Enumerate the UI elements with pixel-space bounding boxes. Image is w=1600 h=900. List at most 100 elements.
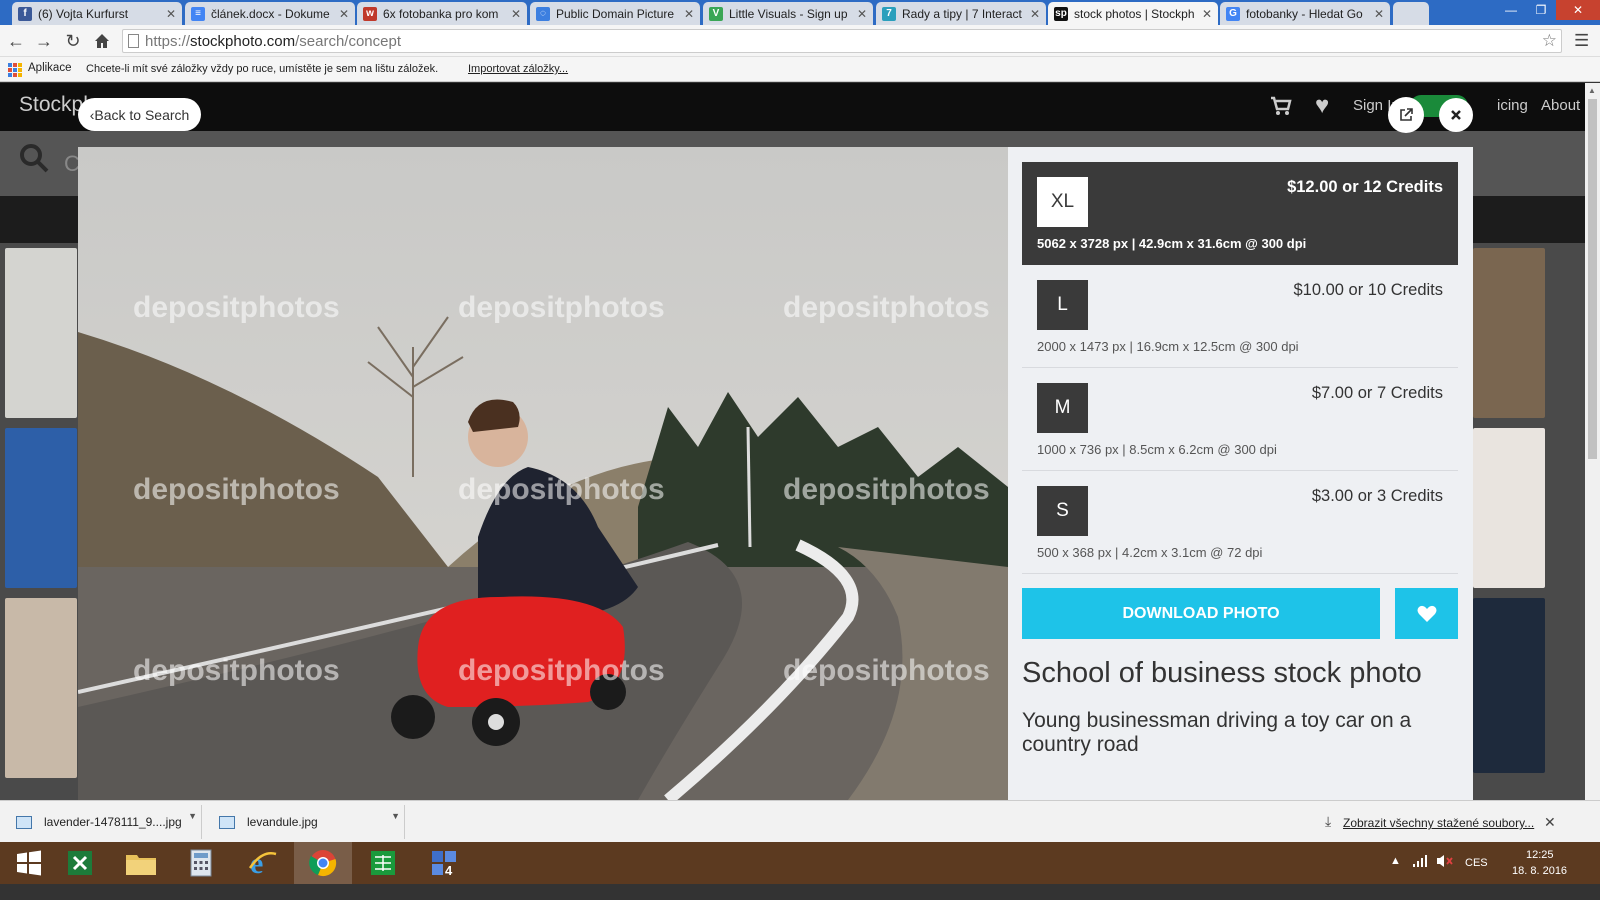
browser-tab[interactable]: Gfotobanky - Hledat Go ✕: [1220, 2, 1390, 25]
chevron-down-icon[interactable]: ▼: [188, 811, 197, 821]
network-icon[interactable]: [1412, 854, 1428, 871]
seven-icon: 7: [882, 6, 896, 21]
close-icon: [1451, 110, 1461, 120]
size-dimensions: 1000 x 736 px | 8.5cm x 6.2cm @ 300 dpi: [1037, 442, 1277, 457]
tab-close-icon[interactable]: ✕: [1030, 7, 1040, 21]
pricing-link[interactable]: icing: [1497, 97, 1528, 114]
size-badge: XL: [1037, 177, 1088, 227]
size-dimensions: 2000 x 1473 px | 16.9cm x 12.5cm @ 300 d…: [1037, 339, 1299, 354]
scrollbar-thumb[interactable]: [1588, 99, 1597, 459]
search-icon[interactable]: [19, 143, 49, 173]
browser-tab[interactable]: 7 Rady a tipy | 7 Interact ✕: [876, 2, 1046, 25]
browser-tab[interactable]: sp stock photos | Stockph ✕: [1048, 2, 1218, 25]
w-site-icon: w: [363, 6, 377, 21]
clock-date[interactable]: 18. 8. 2016: [1512, 865, 1567, 877]
size-option-m[interactable]: M $7.00 or 7 Credits 1000 x 736 px | 8.5…: [1022, 368, 1458, 471]
windows-start-icon[interactable]: [0, 842, 58, 884]
watermark-text: depositphotos: [133, 473, 340, 506]
size-badge: L: [1037, 280, 1088, 330]
back-to-search-button[interactable]: ‹ Back to Search: [78, 98, 201, 131]
tab-close-icon[interactable]: ✕: [511, 7, 521, 21]
image-file-icon: [16, 815, 32, 829]
tray-expand-icon[interactable]: ▲: [1390, 855, 1401, 867]
window-close-icon[interactable]: ✕: [1556, 0, 1600, 20]
size-dimensions: 500 x 368 px | 4.2cm x 3.1cm @ 72 dpi: [1037, 545, 1263, 560]
import-bookmarks-link[interactable]: Importovat záložky...: [468, 63, 568, 75]
svg-text:e: e: [250, 848, 263, 878]
download-bar: lavender-1478111_9....jpg ▼ levandule.jp…: [0, 800, 1600, 842]
size-badge: S: [1037, 486, 1088, 536]
language-indicator[interactable]: CES: [1465, 857, 1488, 869]
result-thumbnail[interactable]: [5, 248, 77, 418]
internet-explorer-icon[interactable]: e: [233, 842, 291, 884]
clock-time[interactable]: 12:25: [1526, 849, 1554, 861]
tab-close-icon[interactable]: ✕: [1374, 7, 1384, 21]
show-all-downloads-link[interactable]: Zobrazit všechny stažené soubory...: [1343, 816, 1534, 830]
url-input[interactable]: https://stockphoto.com/search/concept ☆: [122, 29, 1562, 53]
watermark-text: depositphotos: [783, 291, 990, 324]
bookmark-star-icon[interactable]: ☆: [1542, 31, 1557, 51]
browser-tab-title: (6) Vojta Kurfurst: [38, 6, 129, 21]
excel-icon[interactable]: [51, 842, 109, 884]
scroll-up-icon[interactable]: ▲: [1588, 86, 1596, 95]
back-arrow-icon[interactable]: ←: [6, 31, 26, 51]
browser-tab[interactable]: f (6) Vojta Kurfurst ✕: [12, 2, 182, 25]
reload-icon[interactable]: ↻: [63, 31, 83, 51]
result-thumbnail[interactable]: [5, 428, 77, 588]
photo-description: Young businessman driving a toy car on a…: [1022, 709, 1412, 756]
spreadsheet-icon[interactable]: [354, 842, 412, 884]
download-item[interactable]: lavender-1478111_9....jpg ▼: [4, 805, 202, 839]
browser-tab[interactable]: w 6x fotobanka pro kom ✕: [357, 2, 527, 25]
tab-close-icon[interactable]: ✕: [166, 7, 176, 21]
size-option-xl[interactable]: XL $12.00 or 12 Credits 5062 x 3728 px |…: [1022, 162, 1458, 265]
chrome-icon[interactable]: [294, 842, 352, 884]
minimize-icon[interactable]: —: [1496, 0, 1526, 20]
photo-preview[interactable]: depositphotos depositphotos depositphoto…: [78, 147, 1008, 800]
browser-tab[interactable]: V Little Visuals - Sign up ✕: [703, 2, 873, 25]
about-link[interactable]: About: [1541, 97, 1580, 114]
result-thumbnail[interactable]: [1473, 598, 1545, 773]
apps-link[interactable]: Aplikace: [28, 62, 71, 74]
page-icon: [128, 34, 139, 48]
purchase-panel: XL $12.00 or 12 Credits 5062 x 3728 px |…: [1008, 147, 1473, 800]
app-4-icon[interactable]: 4: [415, 842, 473, 884]
new-tab-button[interactable]: [1393, 2, 1429, 25]
result-thumbnail[interactable]: [1473, 248, 1545, 418]
close-modal-button[interactable]: [1439, 98, 1473, 132]
result-thumbnail[interactable]: [1473, 428, 1545, 588]
volume-muted-icon[interactable]: [1436, 854, 1454, 871]
download-file-name: levandule.jpg: [247, 815, 318, 829]
bookmarks-hint: Chcete-li mít své záložky vždy po ruce, …: [86, 63, 439, 75]
size-option-l[interactable]: L $10.00 or 10 Credits 2000 x 1473 px | …: [1022, 265, 1458, 368]
system-tray: ▲ CES 12:25 18. 8. 2016: [1380, 842, 1600, 884]
maximize-icon[interactable]: ❐: [1526, 0, 1556, 20]
download-item[interactable]: levandule.jpg ▼: [207, 805, 405, 839]
menu-icon[interactable]: ☰: [1574, 31, 1589, 51]
close-download-bar-icon[interactable]: ✕: [1544, 814, 1556, 831]
open-external-button[interactable]: [1388, 97, 1424, 133]
forward-arrow-icon[interactable]: →: [34, 31, 54, 51]
site-header: Stockph ♥ Sign In icing About: [0, 83, 1585, 131]
home-icon[interactable]: [92, 31, 112, 51]
result-thumbnail[interactable]: [5, 598, 77, 778]
tab-close-icon[interactable]: ✕: [857, 7, 867, 21]
tab-close-icon[interactable]: ✕: [684, 7, 694, 21]
tab-close-icon[interactable]: ✕: [1202, 7, 1212, 21]
add-to-favorites-button[interactable]: [1395, 588, 1458, 639]
calculator-icon[interactable]: [172, 842, 230, 884]
favorites-heart-icon[interactable]: ♥: [1315, 92, 1329, 120]
photo-detail-modal: depositphotos depositphotos depositphoto…: [78, 147, 1473, 800]
littlevisuals-icon: V: [709, 6, 723, 21]
download-photo-button[interactable]: DOWNLOAD PHOTO: [1022, 588, 1380, 639]
page-scrollbar[interactable]: ▲ ▼: [1585, 83, 1600, 816]
tab-close-icon[interactable]: ✕: [339, 7, 349, 21]
browser-tab[interactable]: ≡ článek.docx - Dokume ✕: [185, 2, 355, 25]
cart-icon[interactable]: [1270, 96, 1292, 122]
file-explorer-icon[interactable]: [112, 842, 170, 884]
browser-tab[interactable]: ◌ Public Domain Picture ✕: [530, 2, 700, 25]
size-price: $7.00 or 7 Credits: [1311, 384, 1443, 402]
apps-grid-icon[interactable]: [8, 63, 22, 77]
download-icon: ⤓: [1325, 813, 1332, 829]
size-option-s[interactable]: S $3.00 or 3 Credits 500 x 368 px | 4.2c…: [1022, 471, 1458, 574]
chevron-down-icon[interactable]: ▼: [391, 811, 400, 821]
